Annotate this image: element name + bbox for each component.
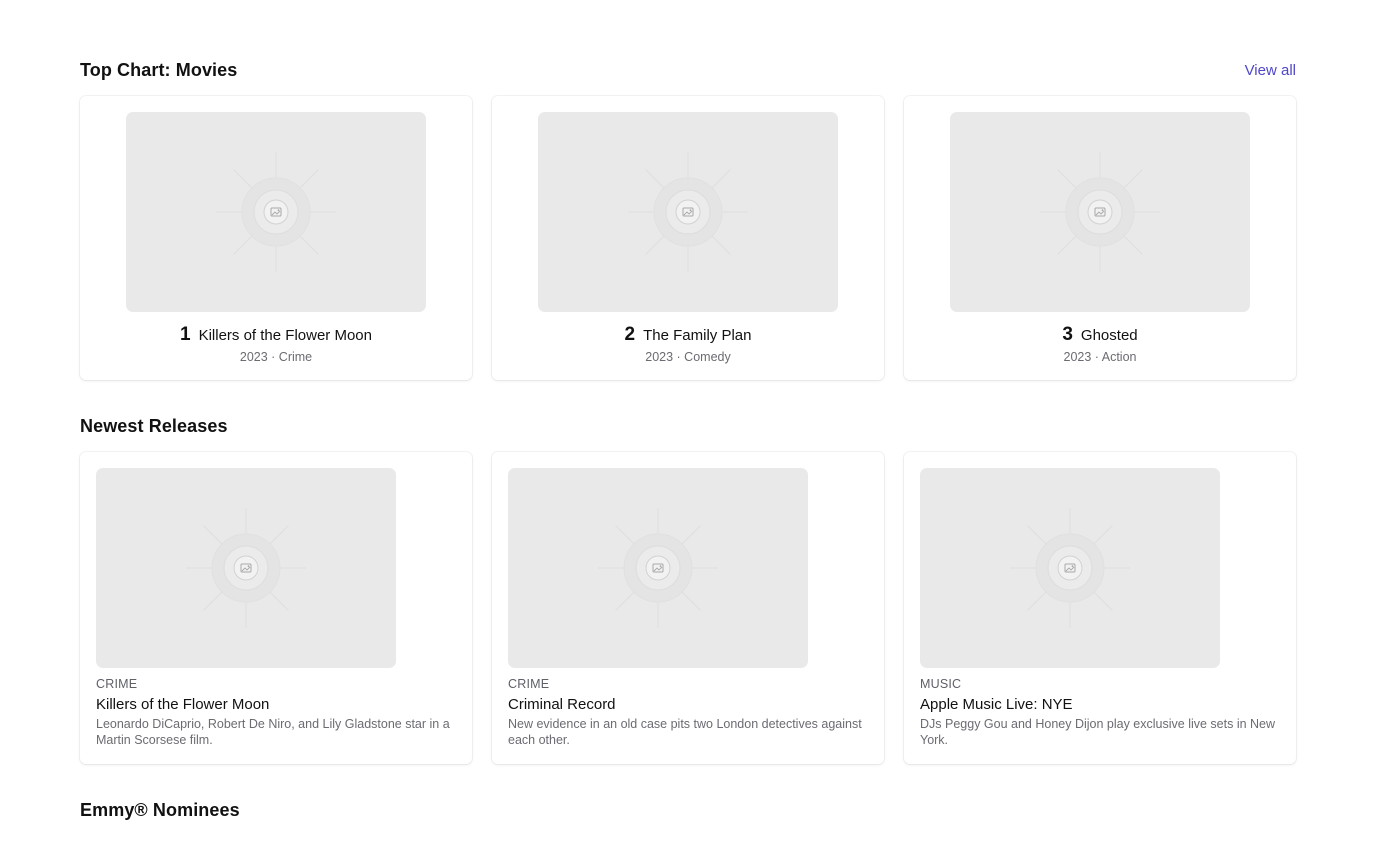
top-chart-card-1[interactable]: 1 Killers of the Flower Moon 2023 · Crim… bbox=[80, 96, 472, 380]
top-chart-title: Top Chart: Movies bbox=[80, 59, 238, 80]
release-category: CRIME bbox=[508, 677, 550, 691]
release-description: Leonardo DiCaprio, Robert De Niro, and L… bbox=[96, 717, 450, 747]
release-category: CRIME bbox=[96, 677, 138, 691]
movie-poster-placeholder bbox=[950, 112, 1250, 312]
release-image-placeholder bbox=[96, 468, 396, 668]
top-chart-card-3[interactable]: 3 Ghosted 2023 · Action bbox=[904, 96, 1296, 380]
chart-rank: 2 bbox=[624, 324, 636, 345]
page: Top Chart: Movies View all 1 Killers of … bbox=[0, 0, 1376, 856]
release-card-2[interactable]: CRIME Criminal Record New evidence in an… bbox=[492, 452, 884, 764]
release-title: Criminal Record bbox=[508, 696, 616, 713]
release-category: MUSIC bbox=[920, 677, 962, 691]
release-description: DJs Peggy Gou and Honey Dijon play exclu… bbox=[920, 717, 1276, 747]
newest-releases-title: Newest Releases bbox=[80, 415, 228, 436]
chart-rank: 3 bbox=[1062, 324, 1073, 345]
movie-year-genre: 2023 · Action bbox=[1063, 350, 1137, 364]
release-description: New evidence in an old case pits two Lon… bbox=[508, 717, 862, 747]
image-placeholder-icon bbox=[1010, 508, 1130, 628]
image-placeholder-icon bbox=[598, 508, 718, 628]
emmy-title: Emmy® Nominees bbox=[80, 799, 240, 820]
release-card-3[interactable]: MUSIC Apple Music Live: NYE DJs Peggy Go… bbox=[904, 452, 1296, 764]
release-image-placeholder bbox=[508, 468, 808, 668]
movie-poster-placeholder bbox=[538, 112, 838, 312]
view-all-link[interactable]: View all bbox=[1245, 62, 1296, 79]
movie-title: The Family Plan bbox=[643, 327, 752, 344]
movie-title: Killers of the Flower Moon bbox=[198, 327, 372, 344]
release-image-placeholder bbox=[920, 468, 1220, 668]
chart-rank: 1 bbox=[180, 324, 191, 345]
image-placeholder-icon bbox=[216, 152, 336, 272]
release-card-1[interactable]: CRIME Killers of the Flower Moon Leonard… bbox=[80, 452, 472, 764]
top-chart-list: 1 Killers of the Flower Moon 2023 · Crim… bbox=[80, 96, 1296, 380]
release-title: Apple Music Live: NYE bbox=[920, 696, 1073, 713]
movie-title: Ghosted bbox=[1080, 327, 1138, 344]
image-placeholder-icon bbox=[628, 152, 748, 272]
release-title: Killers of the Flower Moon bbox=[96, 696, 270, 713]
image-placeholder-icon bbox=[1040, 152, 1160, 272]
movie-year-genre: 2023 · Comedy bbox=[645, 350, 731, 364]
movie-poster-placeholder bbox=[126, 112, 426, 312]
image-placeholder-icon bbox=[186, 508, 306, 628]
movie-year-genre: 2023 · Crime bbox=[239, 350, 313, 364]
newest-releases-header: Newest Releases bbox=[80, 413, 1296, 439]
newest-releases-list: CRIME Killers of the Flower Moon Leonard… bbox=[80, 452, 1296, 764]
top-chart-card-2[interactable]: 2 The Family Plan 2023 · Comedy bbox=[492, 96, 884, 380]
top-chart-header: Top Chart: Movies View all bbox=[80, 57, 1296, 83]
emmy-header: Emmy® Nominees bbox=[80, 797, 1296, 823]
